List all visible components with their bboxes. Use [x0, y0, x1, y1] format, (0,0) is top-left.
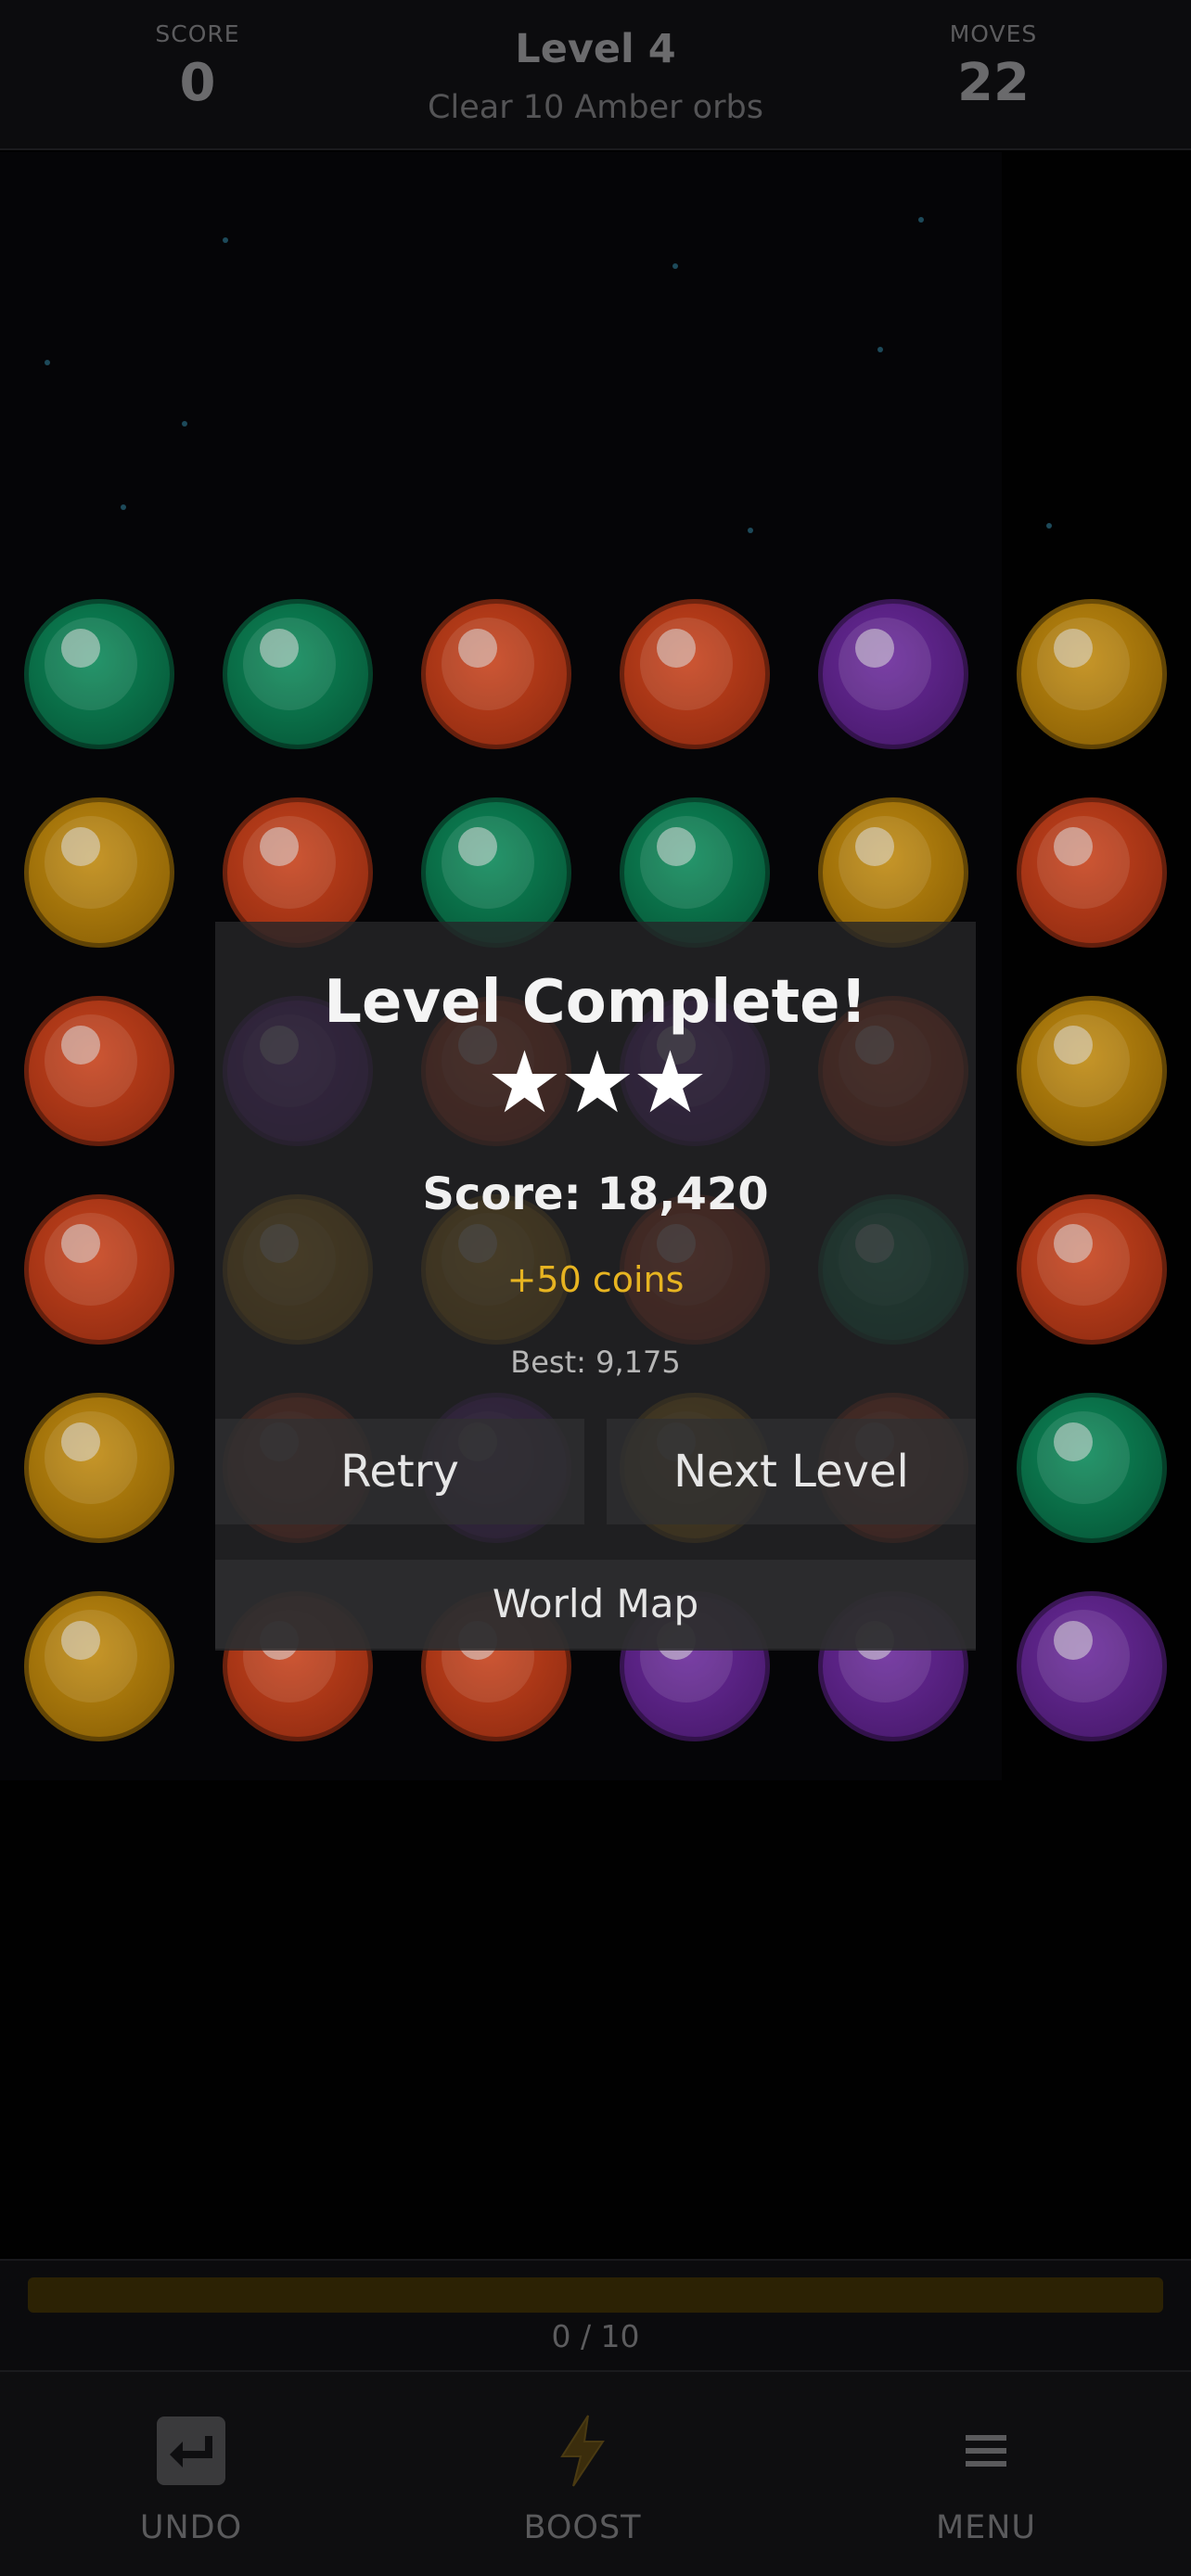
goal-progress: 0 / 10: [0, 2259, 1191, 2370]
progress-count: 0 / 10: [551, 2318, 640, 2354]
retry-button[interactable]: Retry: [215, 1419, 584, 1524]
background-star: [121, 504, 126, 510]
moves-label: MOVES: [949, 20, 1038, 47]
final-score: Score: 18,420: [422, 1168, 769, 1220]
boost-button[interactable]: BOOST: [462, 2409, 703, 2546]
undo-icon: [157, 2417, 225, 2485]
level-goal: Clear 10 Amber orbs: [428, 89, 763, 126]
orb-green[interactable]: [1017, 1393, 1167, 1543]
level-title: Level 4: [515, 26, 676, 72]
orb-amber[interactable]: [24, 1591, 174, 1741]
bottom-toolbar: UNDO BOOST MENU: [0, 2370, 1191, 2576]
orb-amber[interactable]: [24, 797, 174, 948]
hamburger-menu-icon: [966, 2435, 1006, 2467]
background-star: [877, 347, 883, 352]
orb-purple[interactable]: [1017, 1591, 1167, 1741]
star-rating-icon: ★★★: [486, 1033, 708, 1132]
level-complete-dialog: Level Complete! ★★★ Score: 18,420 +50 co…: [215, 922, 976, 1651]
world-map-button[interactable]: World Map: [215, 1560, 976, 1649]
orb-red[interactable]: [1017, 797, 1167, 948]
background-star: [672, 263, 678, 269]
best-score: Best: 9,175: [510, 1345, 681, 1380]
orb-red[interactable]: [24, 1194, 174, 1345]
score-display: SCORE 0: [86, 20, 309, 113]
orb-purple[interactable]: [818, 599, 968, 749]
lightning-icon: [560, 2415, 605, 2487]
background-star: [45, 360, 50, 365]
menu-label: MENU: [935, 2509, 1037, 2546]
menu-button[interactable]: MENU: [865, 2409, 1107, 2546]
moves-display: MOVES 22: [882, 20, 1105, 113]
background-star: [918, 217, 924, 223]
orb-green[interactable]: [223, 599, 373, 749]
background-star: [1046, 523, 1052, 529]
orb-green[interactable]: [24, 599, 174, 749]
background-star: [182, 421, 187, 427]
orb-amber[interactable]: [1017, 996, 1167, 1146]
score-value: 0: [179, 53, 216, 113]
orb-red[interactable]: [24, 996, 174, 1146]
undo-button[interactable]: UNDO: [70, 2409, 312, 2546]
orb-amber[interactable]: [24, 1393, 174, 1543]
dialog-title: Level Complete!: [324, 968, 867, 1037]
game-screen: SCORE 0 Level 4 Clear 10 Amber orbs MOVE…: [0, 0, 1191, 2576]
top-hud: SCORE 0 Level 4 Clear 10 Amber orbs MOVE…: [0, 0, 1191, 150]
background-star: [223, 237, 228, 243]
orb-amber[interactable]: [1017, 599, 1167, 749]
moves-value: 22: [957, 53, 1030, 113]
score-label: SCORE: [155, 20, 240, 47]
orb-red[interactable]: [421, 599, 571, 749]
orb-red[interactable]: [1017, 1194, 1167, 1345]
background-star: [748, 528, 753, 533]
next-level-button[interactable]: Next Level: [607, 1419, 976, 1524]
orb-red[interactable]: [620, 599, 770, 749]
level-info: Level 4 Clear 10 Amber orbs: [317, 26, 874, 126]
coins-reward: +50 coins: [506, 1259, 685, 1300]
progress-track: [28, 2277, 1163, 2313]
boost-label: BOOST: [523, 2509, 642, 2546]
undo-label: UNDO: [139, 2509, 243, 2546]
